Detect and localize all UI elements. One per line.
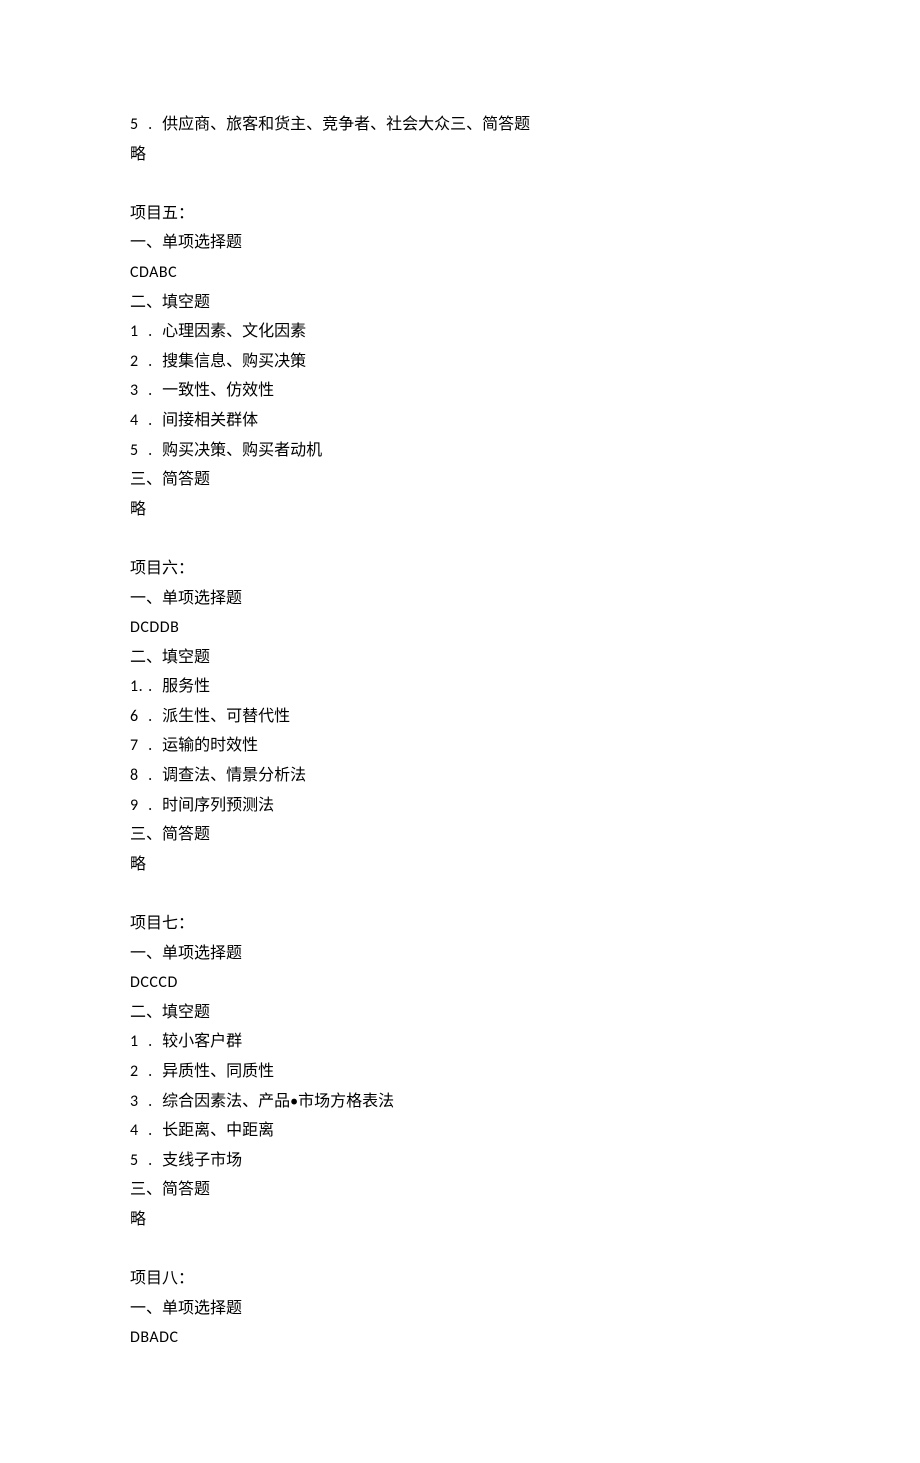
spacer [130, 1353, 790, 1383]
fill-item: 2.异质性、同质性 [130, 1057, 790, 1087]
section-subhead: 二、填空题 [130, 288, 790, 318]
fill-item: 5.支线子市场 [130, 1146, 790, 1176]
sep: . [138, 1146, 162, 1176]
section-title: 项目五： [130, 199, 790, 229]
fill-text: 一致性、仿效性 [162, 381, 274, 400]
num: 4 [130, 1116, 138, 1146]
fill-item: 2.搜集信息、购买决策 [130, 347, 790, 377]
page-container: 5.供应商、旅客和货主、竞争者、社会大众三、简答题 略 项目五：一、单项选择题C… [0, 0, 920, 1463]
num: 5 [130, 110, 138, 140]
num: 6 [130, 702, 138, 732]
section-subhead: 一、单项选择题 [130, 1294, 790, 1324]
sep: . [138, 761, 162, 791]
num: 4 [130, 406, 138, 436]
fill-item: 7.运输的时效性 [130, 731, 790, 761]
section-title: 项目六： [130, 554, 790, 584]
sep: . [138, 376, 162, 406]
fill-text: 心理因素、文化因素 [162, 322, 306, 341]
num: 2 [130, 1057, 138, 1087]
fill-item: 9.时间序列预测法 [130, 791, 790, 821]
sep: . [138, 1087, 162, 1117]
section-subhead: 三、简答题 [130, 465, 790, 495]
num: 3 [130, 1087, 138, 1117]
omit: 略 [130, 850, 790, 880]
fill-item: 1..服务性 [130, 672, 790, 702]
spacer [130, 879, 790, 909]
section-subhead: 二、填空题 [130, 643, 790, 673]
num: 7 [130, 731, 138, 761]
section-subhead: 三、简答题 [130, 1175, 790, 1205]
fill-item: 3.综合因素法、产品•市场方格表法 [130, 1087, 790, 1117]
fill-text: 运输的时效性 [162, 736, 258, 755]
section-title: 项目八： [130, 1264, 790, 1294]
mcq-answers: CDABC [130, 258, 790, 288]
top-omit: 略 [130, 140, 790, 170]
fill-item: 3.一致性、仿效性 [130, 376, 790, 406]
num: 8 [130, 761, 138, 791]
fill-text: 搜集信息、购买决策 [162, 352, 306, 371]
num: 3 [130, 376, 138, 406]
omit: 略 [130, 495, 790, 525]
section-subhead: 二、填空题 [130, 998, 790, 1028]
fill-item: 5.购买决策、购买者动机 [130, 436, 790, 466]
fill-item: 8.调查法、情景分析法 [130, 761, 790, 791]
fill-item: 4.长距离、中距离 [130, 1116, 790, 1146]
sep: . [138, 1116, 162, 1146]
num: 9 [130, 791, 138, 821]
spacer [130, 169, 790, 199]
section-subhead: 一、单项选择题 [130, 584, 790, 614]
sep: . [138, 1027, 162, 1057]
num: 2 [130, 347, 138, 377]
sep: . [138, 672, 162, 702]
fill-text: 调查法、情景分析法 [162, 766, 306, 785]
num: 1 [130, 1027, 138, 1057]
fill-text: 长距离、中距离 [162, 1121, 274, 1140]
fill-text: 间接相关群体 [162, 411, 258, 430]
text: 供应商、旅客和货主、竞争者、社会大众三、简答题 [162, 115, 530, 134]
spacer [130, 1235, 790, 1265]
fill-item: 1.较小客户群 [130, 1027, 790, 1057]
fill-item: 4.间接相关群体 [130, 406, 790, 436]
sep: . [138, 110, 162, 140]
sep: . [138, 702, 162, 732]
fill-text: 异质性、同质性 [162, 1062, 274, 1081]
fill-text: 派生性、可替代性 [162, 707, 290, 726]
mcq-answers: DCDDB [130, 613, 790, 643]
fill-text: 服务性 [162, 677, 210, 696]
section-subhead: 三、简答题 [130, 820, 790, 850]
sep: . [138, 791, 162, 821]
omit: 略 [130, 1205, 790, 1235]
fill-item: 1.心理因素、文化因素 [130, 317, 790, 347]
num: 1. [130, 672, 138, 702]
fill-text: 综合因素法、产品•市场方格表法 [162, 1092, 394, 1111]
sep: . [138, 317, 162, 347]
section-title: 项目七： [130, 909, 790, 939]
fill-text: 较小客户群 [162, 1032, 242, 1051]
section-subhead: 一、单项选择题 [130, 228, 790, 258]
num: 5 [130, 436, 138, 466]
sep: . [138, 436, 162, 466]
sep: . [138, 731, 162, 761]
top-fill-5: 5.供应商、旅客和货主、竞争者、社会大众三、简答题 [130, 110, 790, 140]
fill-text: 时间序列预测法 [162, 796, 274, 815]
sep: . [138, 406, 162, 436]
fill-item: 6.派生性、可替代性 [130, 702, 790, 732]
num: 1 [130, 317, 138, 347]
mcq-answers: DCCCD [130, 968, 790, 998]
sep: . [138, 1057, 162, 1087]
sep: . [138, 347, 162, 377]
section-subhead: 一、单项选择题 [130, 939, 790, 969]
fill-text: 支线子市场 [162, 1151, 242, 1170]
spacer [130, 524, 790, 554]
mcq-answers: DBADC [130, 1323, 790, 1353]
fill-text: 购买决策、购买者动机 [162, 441, 322, 460]
num: 5 [130, 1146, 138, 1176]
